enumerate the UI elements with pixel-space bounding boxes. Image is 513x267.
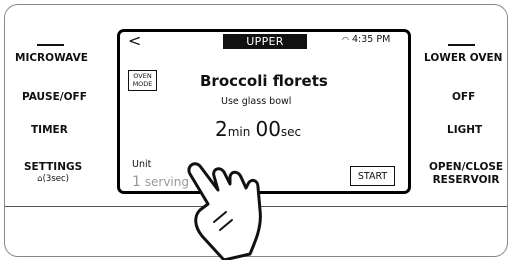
food-note: Use glass bowl	[221, 96, 292, 107]
off-button[interactable]: OFF	[452, 91, 475, 104]
timer-minutes: 2	[215, 117, 228, 141]
open-close-reservoir-button[interactable]: OPEN/CLOSE RESERVOIR	[429, 161, 503, 187]
timer-sec-unit: sec	[280, 125, 302, 139]
timer-button[interactable]: TIMER	[31, 124, 68, 137]
light-button[interactable]: LIGHT	[447, 124, 482, 137]
oven-mode-button[interactable]: OVEN MODE	[128, 70, 157, 91]
microwave-button[interactable]: MICROWAVE	[15, 52, 88, 65]
timer-seconds: 00	[255, 117, 281, 141]
touch-hand-icon	[187, 162, 262, 260]
pause-off-button[interactable]: PAUSE/OFF	[22, 91, 87, 104]
lower-oven-indicator	[448, 44, 475, 46]
food-title: Broccoli florets	[200, 72, 328, 90]
wifi-icon: ◠	[342, 35, 349, 44]
open-close-label: OPEN/CLOSE	[429, 161, 504, 173]
back-icon[interactable]: <	[128, 32, 141, 50]
lower-oven-button[interactable]: LOWER OVEN	[424, 52, 502, 65]
clock-time: 4:35 PM	[352, 34, 391, 45]
microwave-indicator	[37, 44, 64, 46]
unit-label: Unit	[132, 159, 152, 170]
settings-hold-hint: ⌂(3sec)	[37, 174, 69, 184]
cook-timer: 2min 00sec	[215, 117, 301, 141]
settings-button[interactable]: SETTINGS ⌂(3sec)	[24, 161, 82, 185]
status-bar: ◠ 4:35 PM	[342, 34, 390, 46]
settings-label: SETTINGS	[24, 161, 83, 173]
start-button[interactable]: START	[350, 166, 395, 186]
unit-count: 1	[132, 174, 141, 190]
oven-mode-line2: MODE	[132, 79, 153, 88]
reservoir-label: RESERVOIR	[432, 174, 500, 186]
tab-upper[interactable]: UPPER	[223, 34, 307, 49]
timer-min-unit: min	[227, 125, 251, 139]
